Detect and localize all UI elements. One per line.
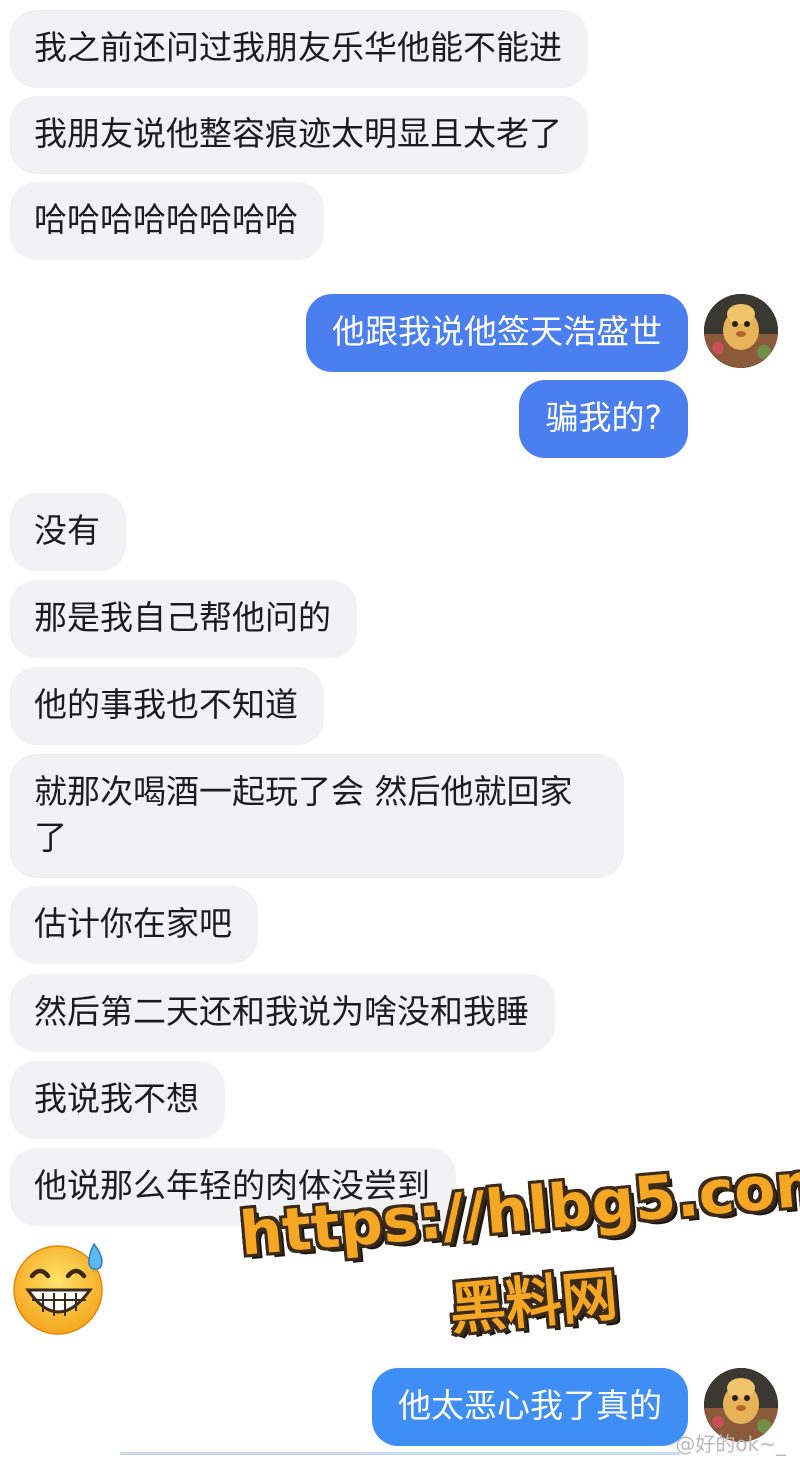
message-bubble-incoming[interactable]: 就那次喝酒一起玩了会 然后他就回家了: [10, 754, 624, 878]
message-bubble-outgoing[interactable]: 他跟我说他签天浩盛世: [306, 294, 688, 372]
message-bubble-incoming[interactable]: 没有: [10, 493, 126, 571]
message-bubble-outgoing[interactable]: 他太恶心我了真的: [372, 1368, 688, 1446]
message-bubble-incoming[interactable]: 那是我自己帮他问的: [10, 580, 357, 658]
message-bubble-incoming[interactable]: 他的事我也不知道: [10, 667, 324, 745]
message-bubble-incoming[interactable]: 我说我不想: [10, 1061, 225, 1139]
avatar-image: [704, 294, 778, 368]
weibo-credit: @好的ok~_: [675, 1432, 786, 1456]
message-bubble-incoming[interactable]: 估计你在家吧: [10, 886, 258, 964]
input-divider: [120, 1452, 680, 1455]
message-bubble-incoming[interactable]: 然后第二天还和我说为啥没和我睡: [10, 974, 555, 1052]
message-bubble-incoming[interactable]: 我之前还问过我朋友乐华他能不能进: [10, 10, 588, 88]
message-bubble-incoming[interactable]: 我朋友说他整容痕迹太明显且太老了: [10, 96, 588, 174]
watermark-site-name: 黑料网: [447, 1263, 621, 1343]
message-bubble-incoming[interactable]: 哈哈哈哈哈哈哈哈: [10, 182, 324, 260]
message-bubble-outgoing[interactable]: 骗我的?: [519, 380, 688, 458]
user-avatar[interactable]: [704, 294, 778, 368]
grinning-sweat-emoji-icon[interactable]: [10, 1238, 110, 1338]
